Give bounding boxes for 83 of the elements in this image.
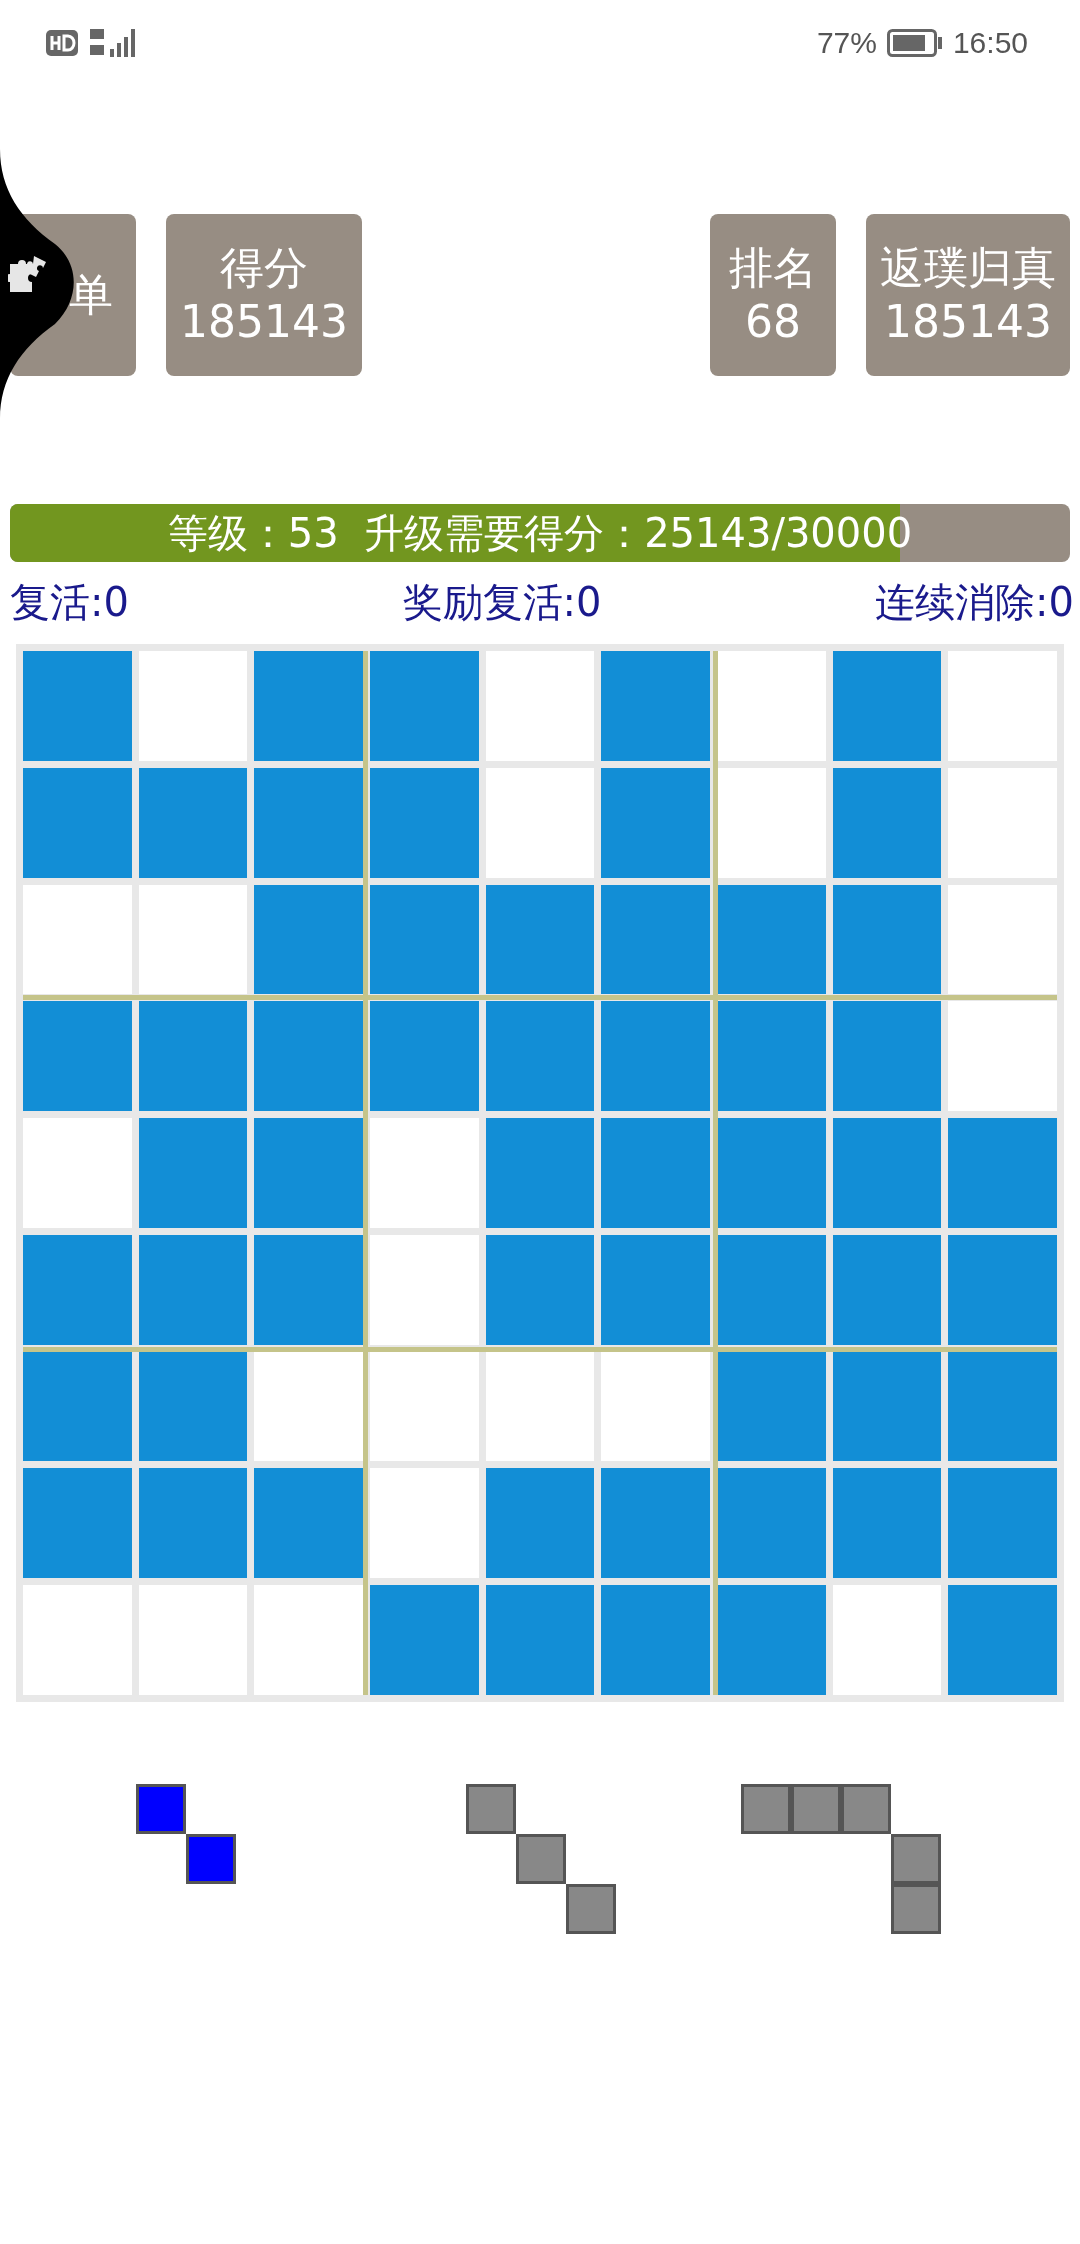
board-cell[interactable]: [485, 1118, 595, 1228]
board-cell[interactable]: [138, 1118, 248, 1228]
level-text: 等级：53 升级需要得分：25143/30000: [167, 508, 913, 558]
board-cell[interactable]: [717, 1234, 826, 1345]
board-cell[interactable]: [254, 1585, 363, 1695]
board-cell[interactable]: [832, 1118, 942, 1228]
board-cell[interactable]: [254, 1351, 363, 1462]
board-cell[interactable]: [717, 1468, 826, 1579]
board-cell[interactable]: [370, 767, 479, 878]
board-cell[interactable]: [370, 884, 479, 995]
board-cell[interactable]: [23, 1351, 132, 1462]
stat-button[interactable]: 返璞归真 185143: [866, 214, 1070, 376]
board-cell[interactable]: [23, 767, 132, 878]
board-cell[interactable]: [254, 1468, 363, 1579]
board-cell[interactable]: [948, 1118, 1057, 1228]
board-cell[interactable]: [948, 884, 1057, 995]
board-cell[interactable]: [948, 1001, 1057, 1112]
board-cell[interactable]: [138, 1234, 248, 1345]
board-cell[interactable]: [601, 1351, 710, 1462]
board-cell[interactable]: [601, 884, 710, 995]
board-cell[interactable]: [832, 1351, 942, 1462]
stat-text: 连续消除:0: [875, 577, 1074, 627]
board-cell[interactable]: [601, 767, 710, 878]
board-cell[interactable]: [23, 1468, 132, 1579]
board-cell[interactable]: [601, 1234, 710, 1345]
board-cell[interactable]: [254, 1118, 363, 1228]
board-cell[interactable]: [485, 1001, 595, 1112]
board-cell[interactable]: [23, 1001, 132, 1112]
board-cell[interactable]: [832, 1468, 942, 1579]
board-cell[interactable]: [717, 884, 826, 995]
stat-text: 复活:0: [10, 577, 129, 627]
board-cell[interactable]: [832, 767, 942, 878]
hd-icon: [46, 30, 78, 56]
board-cell[interactable]: [23, 1234, 132, 1345]
board-cell[interactable]: [717, 1351, 826, 1462]
board-cell[interactable]: [485, 1468, 595, 1579]
board-cell[interactable]: [485, 1351, 595, 1462]
board-cell[interactable]: [948, 1468, 1057, 1579]
board-cell[interactable]: [717, 1585, 826, 1695]
board-cell[interactable]: [138, 1468, 248, 1579]
clock: 16:50: [952, 26, 1028, 60]
board-cell[interactable]: [254, 767, 363, 878]
board-cell[interactable]: [948, 1351, 1057, 1462]
stat-text: 奖励复活:0: [402, 577, 602, 627]
board-cell[interactable]: [601, 1001, 710, 1112]
board-cell[interactable]: [601, 651, 710, 761]
board-cell[interactable]: [717, 1118, 826, 1228]
board-cell[interactable]: [254, 651, 363, 761]
board-cell[interactable]: [717, 1001, 826, 1112]
board-cell[interactable]: [948, 1585, 1057, 1695]
board-cell[interactable]: [23, 884, 132, 995]
board-cell[interactable]: [138, 1001, 248, 1112]
board-cell[interactable]: [601, 1468, 710, 1579]
block-piece[interactable]: [136, 1784, 236, 1884]
board-cell[interactable]: [832, 651, 942, 761]
board-cell[interactable]: [254, 1234, 363, 1345]
battery-percent: 77%: [816, 26, 877, 60]
board-cell[interactable]: [601, 1585, 710, 1695]
board-cell[interactable]: [485, 1234, 595, 1345]
battery-icon: [886, 29, 943, 57]
board-cell[interactable]: [138, 884, 248, 995]
board-cell[interactable]: [832, 1234, 942, 1345]
board-cell[interactable]: [370, 1585, 479, 1695]
board-cell[interactable]: [485, 1585, 595, 1695]
board-cell[interactable]: [717, 651, 826, 761]
board-cell[interactable]: [370, 1001, 479, 1112]
block-piece[interactable]: [466, 1784, 616, 1934]
board-cell[interactable]: [138, 767, 248, 878]
stat-button[interactable]: 得分 185143: [166, 214, 362, 376]
block-piece[interactable]: [741, 1784, 941, 1934]
stat-button[interactable]: 排名 68: [710, 214, 836, 376]
board-cell[interactable]: [601, 1118, 710, 1228]
board-cell[interactable]: [485, 884, 595, 995]
board-cell[interactable]: [254, 1001, 363, 1112]
board-cell[interactable]: [717, 767, 826, 878]
board-cell[interactable]: [370, 651, 479, 761]
board-cell[interactable]: [832, 884, 942, 995]
board-cell[interactable]: [832, 1001, 942, 1112]
board-cell[interactable]: [370, 1351, 479, 1462]
board-cell[interactable]: [948, 1234, 1057, 1345]
board-cell[interactable]: [138, 1351, 248, 1462]
board-cell[interactable]: [254, 884, 363, 995]
board-cell[interactable]: [23, 651, 132, 761]
